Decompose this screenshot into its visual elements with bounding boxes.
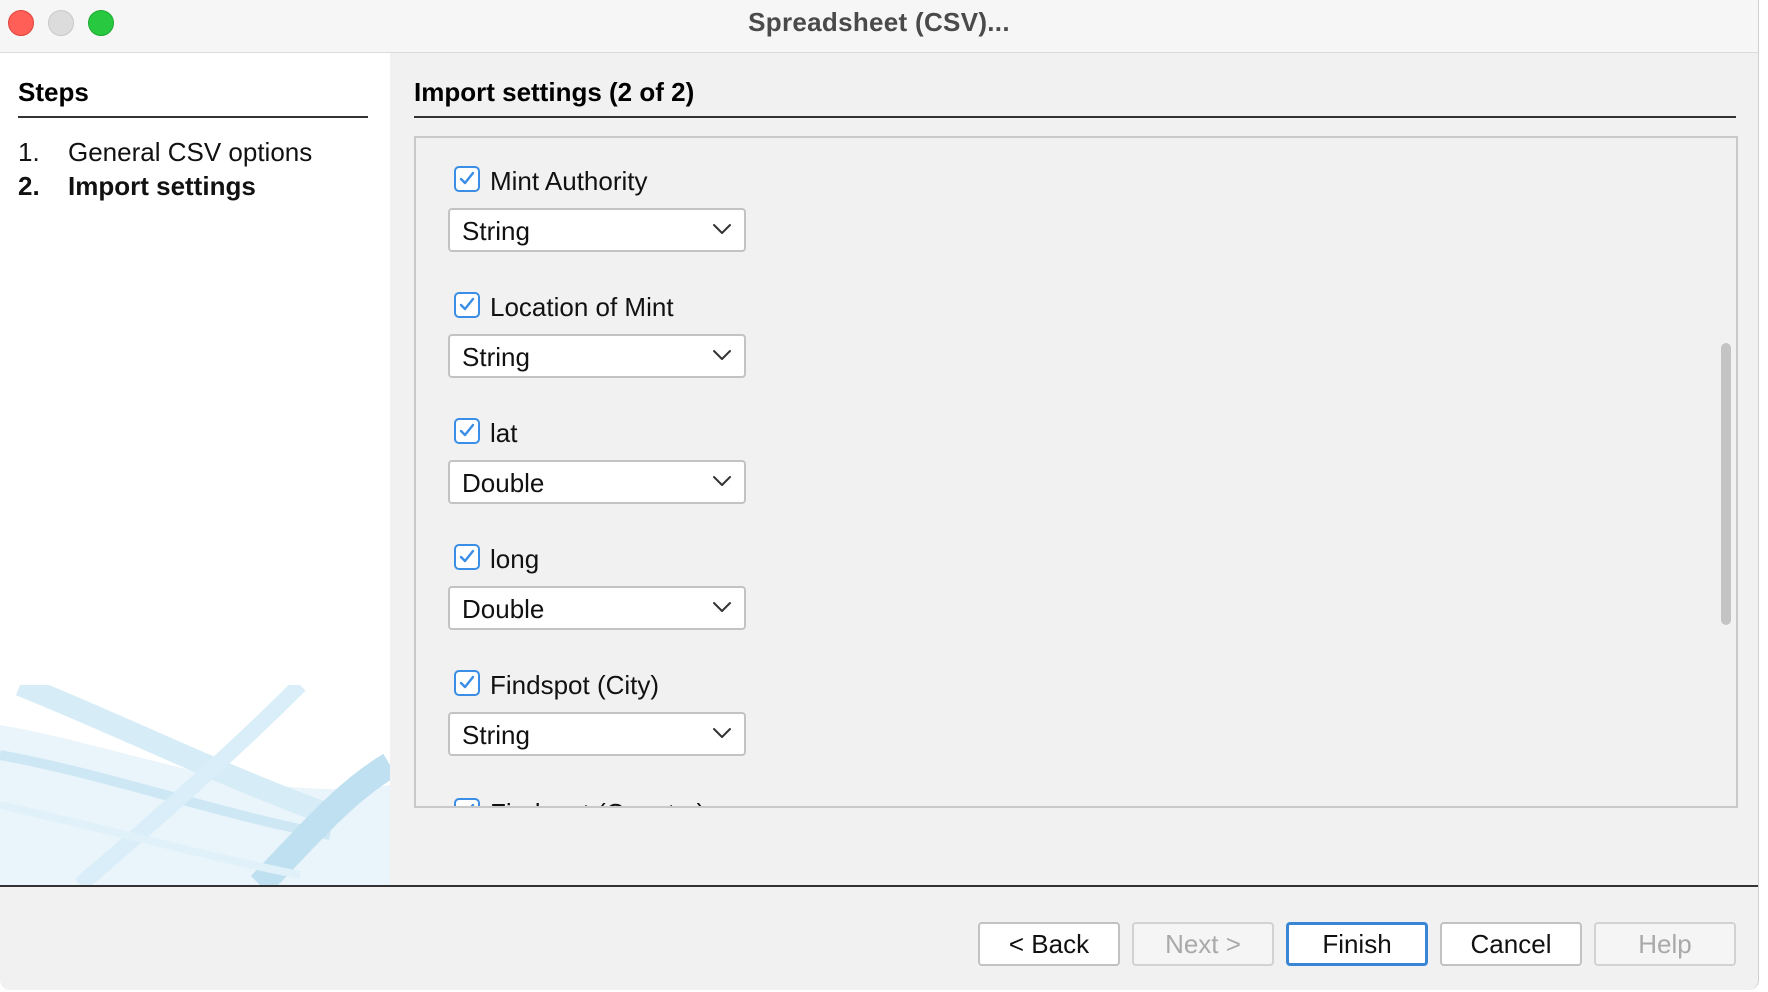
next-button[interactable]: Next > [1132,922,1274,966]
checkbox[interactable] [454,544,480,570]
chevron-down-icon [713,602,731,612]
checkmark-icon [459,549,475,563]
checkbox[interactable] [454,798,480,806]
help-button[interactable]: Help [1594,922,1736,966]
column-type-select[interactable]: String [448,712,746,756]
step-label: Import settings [68,171,256,201]
column-settings-panel: Mint Authority String Location of Mint S… [414,136,1738,808]
back-button[interactable]: < Back [978,922,1120,966]
chevron-down-icon [713,728,731,738]
import-wizard-window: Spreadsheet (CSV)... Steps 1. General CSV… [0,0,1759,990]
checkbox[interactable] [454,670,480,696]
step-import-settings: 2. Import settings [18,171,256,202]
chevron-down-icon [713,350,731,360]
column-type-select[interactable]: Double [448,586,746,630]
title-bar: Spreadsheet (CSV)... [0,0,1758,53]
selected-type: String [462,342,530,372]
decorative-swoosh-graphic [0,685,390,885]
column-label: long [490,544,540,574]
column-label: lat [490,418,518,448]
checkmark-icon [459,423,475,437]
footer-divider [0,885,1758,887]
checkbox[interactable] [454,166,480,192]
selected-type: Double [462,594,545,624]
column-type-select[interactable]: String [448,208,746,252]
step-general-csv-options: 1. General CSV options [18,137,312,168]
checkbox[interactable] [454,418,480,444]
steps-heading: Steps [18,77,368,118]
cancel-button[interactable]: Cancel [1440,922,1582,966]
checkmark-icon [459,297,475,311]
chevron-down-icon [713,224,731,234]
steps-sidebar: Steps 1. General CSV options 2. Import set… [0,53,390,885]
column-type-select[interactable]: String [448,334,746,378]
selected-type: String [462,216,530,246]
checkbox[interactable] [454,292,480,318]
scrollbar-thumb[interactable] [1721,343,1731,625]
step-label: General CSV options [68,137,313,167]
column-label: Findspot (Country) [490,798,705,806]
column-label: Location of Mint [490,292,674,322]
selected-type: Double [462,468,545,498]
checkmark-icon [459,171,475,185]
page-title: Import settings (2 of 2) [414,77,1736,118]
selected-type: String [462,720,530,750]
window-title: Spreadsheet (CSV)... [748,7,1010,37]
step-number: 1. [18,137,40,167]
checkmark-icon [470,803,475,806]
checkmark-icon [459,675,475,689]
column-label: Mint Authority [490,166,648,196]
column-type-select[interactable]: Double [448,460,746,504]
chevron-down-icon [713,476,731,486]
step-number: 2. [18,171,40,201]
column-label: Findspot (City) [490,670,660,700]
vertical-scrollbar[interactable] [1716,138,1734,806]
finish-button[interactable]: Finish [1286,922,1428,966]
